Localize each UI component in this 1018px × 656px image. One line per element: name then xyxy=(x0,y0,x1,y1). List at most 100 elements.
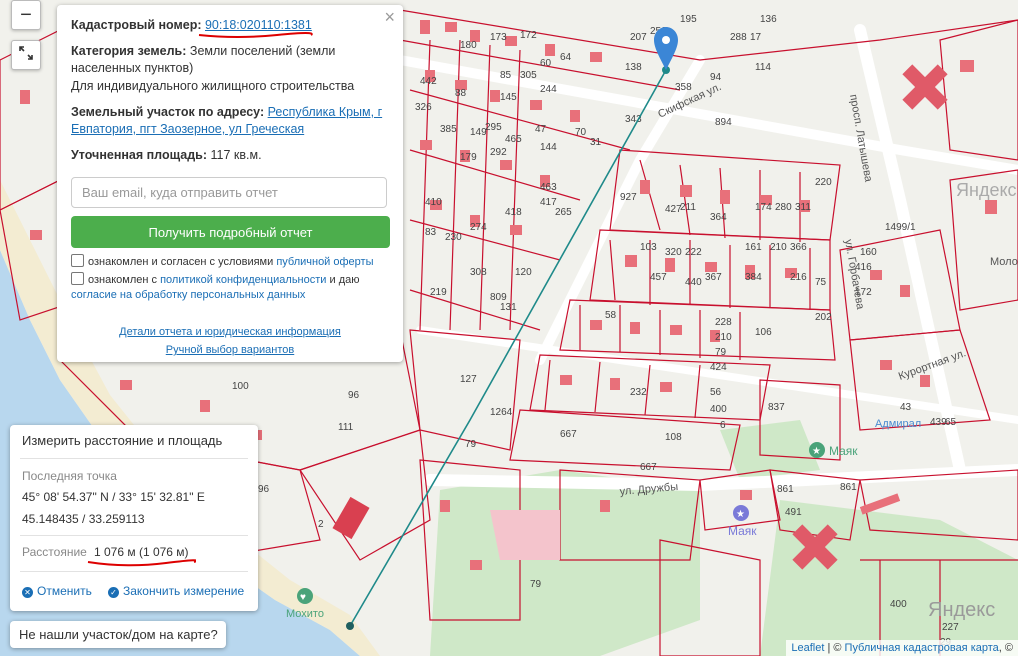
consent-privacy-text: ознакомлен с xyxy=(88,274,161,286)
svg-text:★: ★ xyxy=(736,509,745,520)
svg-text:79: 79 xyxy=(530,579,542,590)
svg-text:228: 228 xyxy=(715,317,732,328)
red-underline-mark xyxy=(87,559,196,567)
pkk-link[interactable]: Публичная кадастровая карта xyxy=(845,642,999,654)
svg-text:440: 440 xyxy=(685,277,702,288)
svg-text:179: 179 xyxy=(460,152,477,163)
not-found-button[interactable]: Не нашли участок/дом на карте? xyxy=(10,621,226,648)
svg-text:1499/1: 1499/1 xyxy=(885,222,916,233)
svg-text:202: 202 xyxy=(815,312,832,323)
svg-text:88: 88 xyxy=(455,88,467,99)
category-label: Категория земель: xyxy=(71,44,187,58)
svg-text:100: 100 xyxy=(232,381,249,392)
consent-offer-row: ознакомлен и согласен с условиями публич… xyxy=(71,254,389,270)
svg-text:465: 465 xyxy=(505,134,522,145)
measure-panel: Измерить расстояние и площадь Последняя … xyxy=(10,425,258,611)
svg-text:274: 274 xyxy=(470,222,487,233)
svg-text:160: 160 xyxy=(860,247,877,258)
zoom-out-button[interactable]: − xyxy=(11,0,41,30)
personal-data-link[interactable]: согласие на обработку персональных данны… xyxy=(71,289,305,301)
svg-text:232: 232 xyxy=(630,387,647,398)
svg-text:75: 75 xyxy=(815,277,827,288)
svg-text:457: 457 xyxy=(650,272,667,283)
email-input[interactable] xyxy=(71,177,387,208)
svg-text:358: 358 xyxy=(675,82,692,93)
svg-text:172: 172 xyxy=(520,30,537,41)
poi-mohito-icon[interactable]: ♥ xyxy=(297,588,313,604)
get-report-button[interactable]: Получить подробный отчет xyxy=(71,216,390,248)
fullscreen-button[interactable] xyxy=(11,40,41,70)
svg-text:♥: ♥ xyxy=(300,592,306,603)
svg-text:173: 173 xyxy=(490,32,507,43)
finish-measure-button[interactable]: ✓ Закончить измерение xyxy=(108,584,244,598)
svg-text:111: 111 xyxy=(338,422,354,433)
svg-text:79: 79 xyxy=(465,439,477,450)
svg-text:219: 219 xyxy=(430,287,447,298)
svg-text:138: 138 xyxy=(625,62,642,73)
svg-text:114: 114 xyxy=(755,62,771,73)
building-complex xyxy=(490,510,560,560)
svg-text:220: 220 xyxy=(815,177,832,188)
cadastral-number-link[interactable]: 90:18:020110:1381 xyxy=(205,18,312,32)
poi-label: Мохито xyxy=(286,608,324,620)
svg-text:222: 222 xyxy=(685,247,702,258)
manual-choice-link[interactable]: Ручной выбор вариантов xyxy=(166,344,294,356)
measure-end-point xyxy=(346,622,354,630)
svg-text:305: 305 xyxy=(520,70,537,81)
svg-text:127: 127 xyxy=(460,374,477,385)
cancel-measure-button[interactable]: ✕ Отменить xyxy=(22,584,92,598)
svg-text:227: 227 xyxy=(942,622,959,633)
svg-text:424: 424 xyxy=(710,362,727,373)
svg-text:56: 56 xyxy=(710,387,722,398)
poi-mayak2-icon[interactable]: ★ xyxy=(733,505,749,521)
svg-text:58: 58 xyxy=(605,310,617,321)
svg-text:210: 210 xyxy=(770,242,787,253)
svg-text:106: 106 xyxy=(755,327,772,338)
svg-text:211: 211 xyxy=(680,202,696,213)
svg-text:292: 292 xyxy=(490,147,507,158)
svg-text:60: 60 xyxy=(540,58,552,69)
svg-text:244: 244 xyxy=(540,84,557,95)
poi-mayak-icon[interactable]: ★ xyxy=(809,442,825,458)
use-value: Для индивидуального жилищного строительс… xyxy=(71,79,355,93)
last-point-label: Последняя точка xyxy=(22,469,117,483)
svg-text:417: 417 xyxy=(540,197,557,208)
svg-text:83: 83 xyxy=(425,227,437,238)
public-offer-link[interactable]: публичной оферты xyxy=(276,256,373,268)
svg-text:180: 180 xyxy=(460,40,477,51)
svg-text:136: 136 xyxy=(760,14,777,25)
svg-text:47: 47 xyxy=(535,124,547,135)
category-row: Категория земель: Земли поселений (земли… xyxy=(71,43,389,77)
privacy-policy-link[interactable]: политикой конфиденциальности xyxy=(160,274,326,286)
svg-text:144: 144 xyxy=(540,142,557,153)
svg-text:96: 96 xyxy=(348,390,360,401)
svg-text:861: 861 xyxy=(777,484,794,495)
svg-text:861: 861 xyxy=(840,482,857,493)
cadastral-label: Кадастровый номер: xyxy=(71,18,202,32)
svg-text:320: 320 xyxy=(665,247,682,258)
svg-text:131: 131 xyxy=(500,302,517,313)
poi-label: Маяк xyxy=(728,524,757,538)
finish-label: Закончить измерение xyxy=(123,584,245,598)
svg-text:★: ★ xyxy=(812,446,821,457)
svg-text:70: 70 xyxy=(575,127,587,138)
parcel-info-card: × Кадастровый номер: 90:18:020110:1381 К… xyxy=(57,5,403,362)
close-icon: ✕ xyxy=(22,587,33,598)
consent-offer-checkbox[interactable] xyxy=(71,254,84,267)
svg-text:418: 418 xyxy=(505,207,522,218)
svg-text:43: 43 xyxy=(900,402,912,413)
svg-text:667: 667 xyxy=(560,429,577,440)
svg-text:295: 295 xyxy=(485,122,502,133)
svg-text:442: 442 xyxy=(420,76,437,87)
consent-privacy-mid: и даю xyxy=(326,274,360,286)
leaflet-link[interactable]: Leaflet xyxy=(791,642,824,654)
consent-privacy-checkbox[interactable] xyxy=(71,272,84,285)
watermark-bottom: Яндекс xyxy=(928,599,995,621)
svg-text:1264: 1264 xyxy=(490,407,513,418)
report-details-link[interactable]: Детали отчета и юридическая информация xyxy=(119,326,341,338)
distance-value: 1 076 м (1 076 м) xyxy=(94,545,189,559)
svg-text:96: 96 xyxy=(258,484,270,495)
svg-text:265: 265 xyxy=(555,207,572,218)
measure-title: Измерить расстояние и площадь xyxy=(22,433,223,448)
not-found-label: Не нашли участок/дом на карте? xyxy=(19,627,218,642)
